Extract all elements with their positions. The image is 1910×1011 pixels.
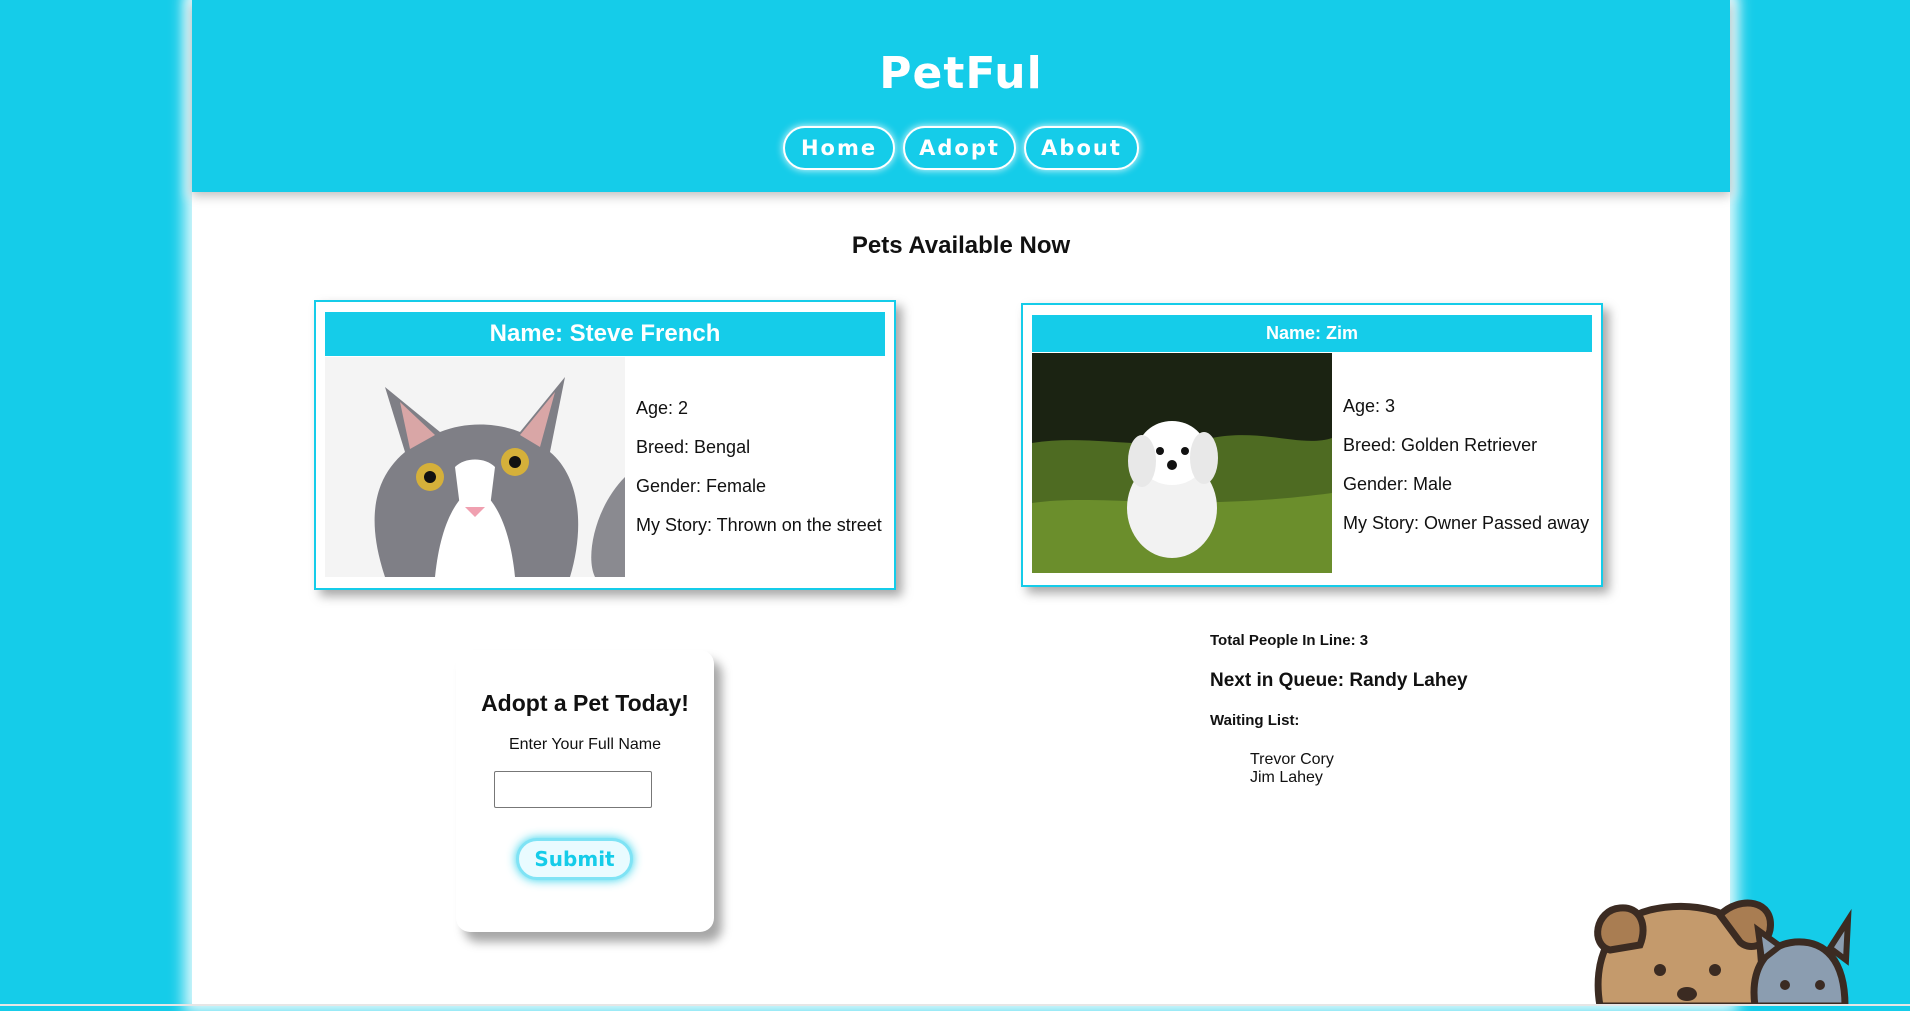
waiting-list-title: Waiting List: xyxy=(1210,712,1300,729)
main-nav: Home Adopt About xyxy=(192,126,1730,170)
pet-breed: Breed: Bengal xyxy=(636,437,751,457)
page-title: Pets Available Now xyxy=(851,232,1071,259)
adopt-form-title: Adopt a Pet Today! xyxy=(481,690,689,716)
list-item: Jim Lahey xyxy=(1250,769,1323,786)
total-in-line: Total People In Line: 3 xyxy=(1210,632,1369,649)
adopt-form: Adopt a Pet Today! Enter Your Full Name … xyxy=(456,650,714,932)
pet-card: Name: Zim Age: 3 Breed: Golden Retriever… xyxy=(1021,303,1603,587)
pet-gender: Gender: Male xyxy=(1343,474,1453,494)
pet-age: Age: 3 xyxy=(1343,396,1396,416)
pet-card: Name: Steve French Age: 2 Breed: Bengal … xyxy=(314,300,896,590)
site-header: PetFul Home Adopt About xyxy=(192,0,1730,192)
pet-name: Name: Steve French xyxy=(325,312,885,356)
nav-home-button[interactable]: Home xyxy=(783,126,895,170)
list-item: Trevor Cory xyxy=(1250,751,1334,768)
full-name-label: Enter Your Full Name xyxy=(508,736,662,753)
submit-button[interactable]: Submit xyxy=(516,838,633,880)
nav-adopt-button[interactable]: Adopt xyxy=(903,126,1016,170)
pet-name: Name: Zim xyxy=(1032,315,1592,352)
full-name-input[interactable] xyxy=(494,771,652,808)
pet-story: My Story: Owner Passed away xyxy=(1343,513,1590,533)
brand-title: PetFul xyxy=(879,48,1043,99)
page-container: PetFul Home Adopt About Pets Available N… xyxy=(192,0,1730,1006)
waiting-list: Trevor Cory Jim Lahey xyxy=(1250,751,1334,787)
pet-breed: Breed: Golden Retriever xyxy=(1343,435,1538,455)
next-in-queue: Next in Queue: Randy Lahey xyxy=(1210,670,1468,691)
cat-photo-icon xyxy=(325,357,625,577)
pet-details: Age: 2 Breed: Bengal Gender: Female My S… xyxy=(636,389,882,545)
pet-details: Age: 3 Breed: Golden Retriever Gender: M… xyxy=(1343,387,1589,543)
pet-age: Age: 2 xyxy=(636,398,689,418)
dog-photo-icon xyxy=(1032,353,1332,573)
pet-story: My Story: Thrown on the street xyxy=(636,515,882,535)
dog-cat-illustration-icon xyxy=(1590,890,1860,1010)
nav-about-button[interactable]: About xyxy=(1024,126,1139,170)
pet-gender: Gender: Female xyxy=(636,476,767,496)
